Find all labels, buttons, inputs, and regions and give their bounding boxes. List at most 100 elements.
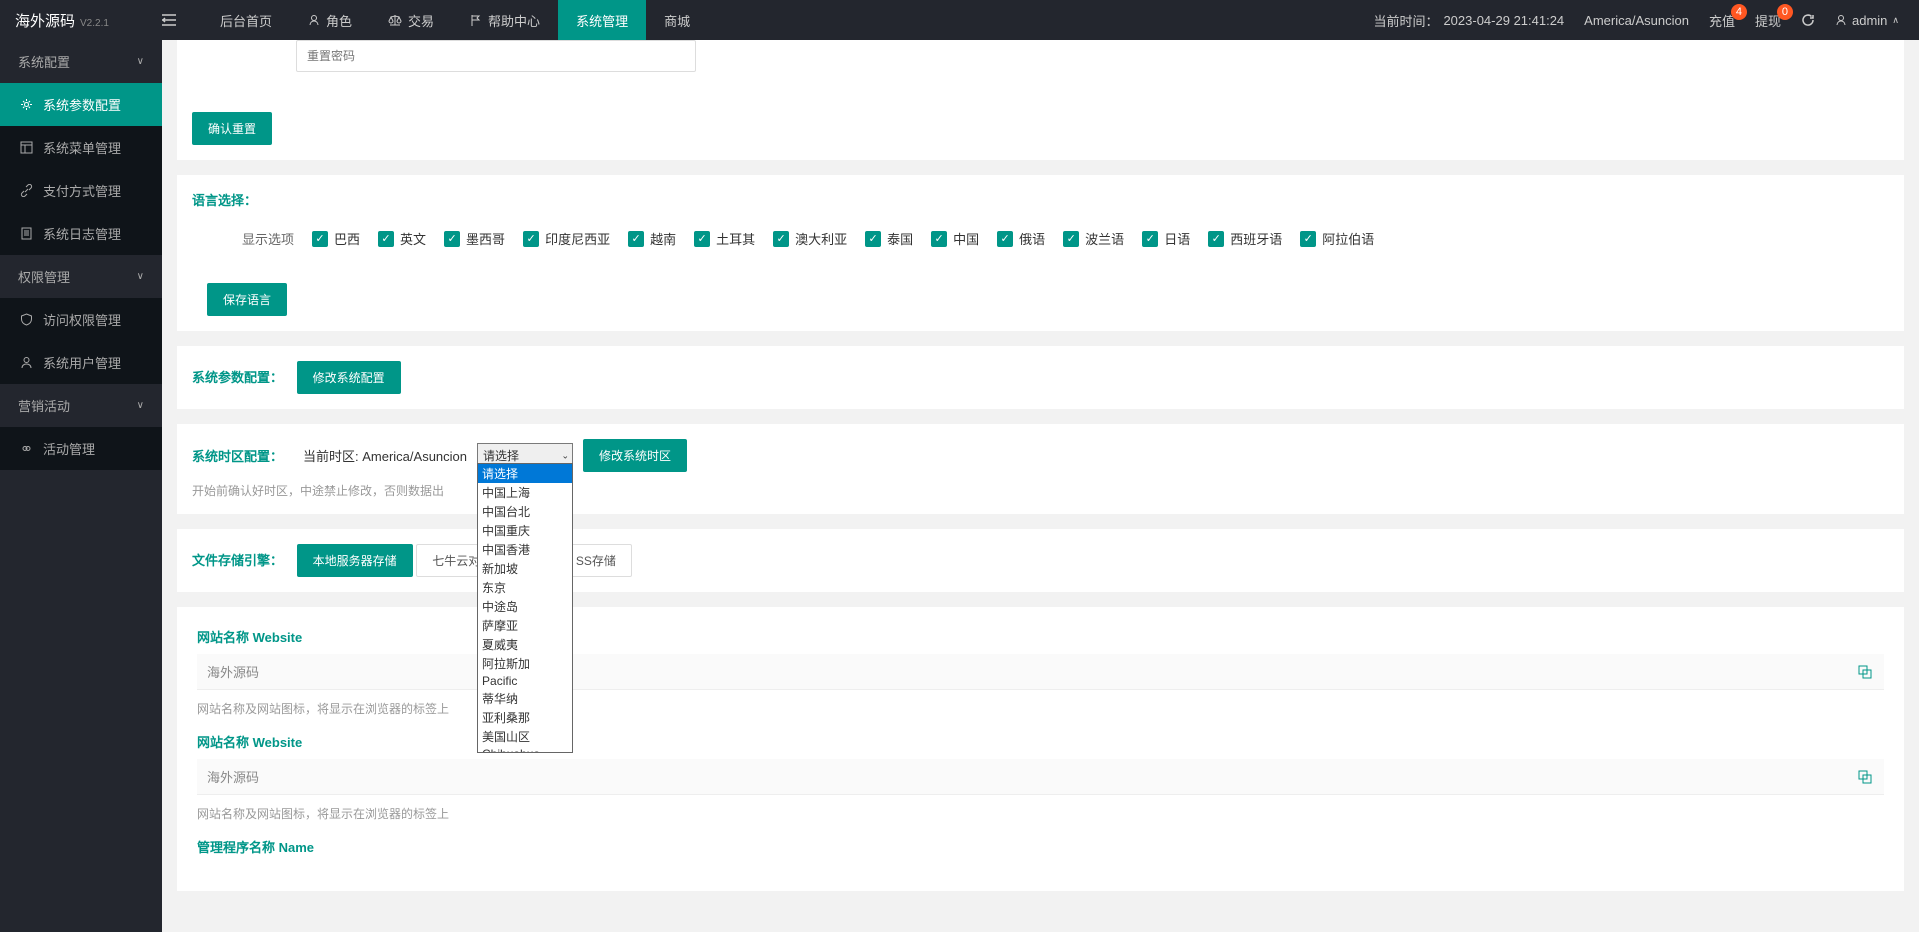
tz-option[interactable]: 阿拉斯加 xyxy=(478,654,572,673)
lang-title: 语言选择： xyxy=(192,190,257,209)
refresh-button[interactable] xyxy=(1791,0,1825,40)
check-icon: ✓ xyxy=(523,231,539,247)
main-content: 确认重置 语言选择： 显示选项 ✓巴西✓英文✓墨西哥✓印度尼西亚✓越南✓土耳其✓… xyxy=(162,40,1919,891)
tz-option[interactable]: 东京 xyxy=(478,578,572,597)
tz-option[interactable]: Chihuahua xyxy=(478,746,572,753)
translate-icon[interactable] xyxy=(1858,665,1872,679)
user-menu[interactable]: admin ∧ xyxy=(1825,0,1909,40)
lang-checkbox[interactable]: ✓ 澳大利亚 xyxy=(773,229,847,248)
tz-option[interactable]: 萨摩亚 xyxy=(478,616,572,635)
website-name-group: 网站名称 Website 网站名称及网站图标，将显示在浏览器的标签上 xyxy=(197,627,1884,717)
lang-checkbox[interactable]: ✓阿拉伯语 xyxy=(1300,229,1374,248)
version-text: V2.2.1 xyxy=(80,18,109,29)
sidebar: 系统配置 ∨ 系统参数配置 系统菜单管理 支付方式管理 系统日志管理 权限管理 … xyxy=(0,40,162,932)
lang-checkbox[interactable]: ✓俄语 xyxy=(997,229,1045,248)
tz-option[interactable]: 亚利桑那 xyxy=(478,708,572,727)
website-label: 网站名称 Website xyxy=(197,627,1884,646)
lang-checkbox[interactable]: ✓ 日语 xyxy=(1142,229,1190,248)
chevron-down-icon: ∨ xyxy=(137,271,144,282)
lang-checkbox[interactable]: ✓巴西 xyxy=(312,229,360,248)
lang-checkbox[interactable]: ✓越南 xyxy=(628,229,676,248)
refresh-icon xyxy=(1801,13,1815,27)
tz-option[interactable]: 请选择 xyxy=(478,464,572,483)
tz-option[interactable]: 中国重庆 xyxy=(478,521,572,540)
layout-icon xyxy=(20,141,33,154)
logo-text: 海外源码 xyxy=(15,10,75,31)
lang-item-label: 澳大利亚 xyxy=(795,229,847,248)
chevron-down-icon: ∨ xyxy=(137,400,144,411)
lang-checkbox[interactable]: ✓西班牙语 xyxy=(1208,229,1282,248)
tz-option[interactable]: 中国台北 xyxy=(478,502,572,521)
sysparam-title: 系统参数配置： xyxy=(192,367,283,386)
lang-checkbox[interactable]: ✓印度尼西亚 xyxy=(523,229,610,248)
nav-help[interactable]: 帮助中心 xyxy=(452,0,558,40)
sidebar-toggle-button[interactable] xyxy=(162,13,202,27)
gear-icon xyxy=(20,98,33,111)
nav-mall[interactable]: 商城 xyxy=(646,0,708,40)
check-icon: ✓ xyxy=(931,231,947,247)
check-icon: ✓ xyxy=(694,231,710,247)
lang-checkbox[interactable]: ✓墨西哥 xyxy=(444,229,505,248)
chevron-up-icon: ∧ xyxy=(1892,15,1899,26)
sidebar-item-menu-mgmt[interactable]: 系统菜单管理 xyxy=(0,126,162,169)
sidebar-item-access[interactable]: 访问权限管理 xyxy=(0,298,162,341)
modify-sysparam-button[interactable]: 修改系统配置 xyxy=(297,361,401,394)
website-name-input-2[interactable] xyxy=(197,759,1884,795)
reset-panel: 确认重置 xyxy=(177,40,1904,160)
save-language-button[interactable]: 保存语言 xyxy=(207,283,287,316)
modify-tz-button[interactable]: 修改系统时区 xyxy=(583,439,687,472)
sidebar-item-system-params[interactable]: 系统参数配置 xyxy=(0,83,162,126)
lang-options: 显示选项 ✓巴西✓英文✓墨西哥✓印度尼西亚✓越南✓土耳其✓澳大利亚✓泰国✓中国✓… xyxy=(192,229,1889,248)
check-icon: ✓ xyxy=(378,231,394,247)
chevron-down-icon: ∨ xyxy=(137,56,144,67)
storage-tab-local[interactable]: 本地服务器存储 xyxy=(297,544,413,577)
check-icon: ✓ xyxy=(773,231,789,247)
program-name-label: 管理程序名称 Name xyxy=(197,837,1884,856)
sidebar-group-marketing[interactable]: 营销活动 ∨ xyxy=(0,384,162,427)
nav-role[interactable]: 角色 xyxy=(290,0,370,40)
tz-option[interactable]: 蒂华纳 xyxy=(478,689,572,708)
sidebar-group-permissions[interactable]: 权限管理 ∨ xyxy=(0,255,162,298)
tz-option[interactable]: 中国香港 xyxy=(478,540,572,559)
tz-current: 当前时区: America/Asuncion xyxy=(303,446,467,465)
scale-icon xyxy=(388,14,402,26)
sidebar-group-system-config[interactable]: 系统配置 ∨ xyxy=(0,40,162,83)
check-icon: ✓ xyxy=(1300,231,1316,247)
website-note: 网站名称及网站图标，将显示在浏览器的标签上 xyxy=(197,700,1884,717)
lang-checkbox[interactable]: ✓波兰语 xyxy=(1063,229,1124,248)
link-icon xyxy=(20,184,33,197)
reset-password-input[interactable] xyxy=(296,40,696,72)
withdraw-button[interactable]: 提现 0 xyxy=(1745,0,1791,40)
tz-option[interactable]: 夏威夷 xyxy=(478,635,572,654)
tz-option[interactable]: Pacific xyxy=(478,673,572,689)
translate-icon[interactable] xyxy=(1858,770,1872,784)
lang-checkbox[interactable]: ✓土耳其 xyxy=(694,229,755,248)
sidebar-item-logs[interactable]: 系统日志管理 xyxy=(0,212,162,255)
tz-option[interactable]: 美国山区 xyxy=(478,727,572,746)
lang-item-label: 中国 xyxy=(953,229,979,248)
lang-item-label: 西班牙语 xyxy=(1230,229,1282,248)
recharge-button[interactable]: 充值 4 xyxy=(1699,0,1745,40)
nav-trade[interactable]: 交易 xyxy=(370,0,452,40)
tz-title: 系统时区配置： xyxy=(192,446,283,465)
tz-option[interactable]: 中途岛 xyxy=(478,597,572,616)
nav-home[interactable]: 后台首页 xyxy=(202,0,290,40)
storage-panel: 文件存储引擎： 本地服务器存储 七牛云对 SS存储 xyxy=(177,529,1904,592)
check-icon: ✓ xyxy=(1142,231,1158,247)
tz-option[interactable]: 新加坡 xyxy=(478,559,572,578)
lang-checkbox[interactable]: ✓泰国 xyxy=(865,229,913,248)
lang-checkbox[interactable]: ✓英文 xyxy=(378,229,426,248)
lang-item-label: 越南 xyxy=(650,229,676,248)
lang-item-label: 泰国 xyxy=(887,229,913,248)
sidebar-item-payment[interactable]: 支付方式管理 xyxy=(0,169,162,212)
nav-system[interactable]: 系统管理 xyxy=(558,0,646,40)
sidebar-item-activity[interactable]: 活动管理 xyxy=(0,427,162,470)
lang-item-label: 日语 xyxy=(1164,229,1190,248)
lang-item-label: 墨西哥 xyxy=(466,229,505,248)
app-header: 海外源码 V2.2.1 后台首页 角色 交易 帮助中心 系统管理 商城 当前时间… xyxy=(0,0,1919,40)
tz-option[interactable]: 中国上海 xyxy=(478,483,572,502)
sidebar-item-users[interactable]: 系统用户管理 xyxy=(0,341,162,384)
confirm-reset-button[interactable]: 确认重置 xyxy=(192,112,272,145)
lang-checkbox[interactable]: ✓ 中国 xyxy=(931,229,979,248)
website-name-input[interactable] xyxy=(197,654,1884,690)
